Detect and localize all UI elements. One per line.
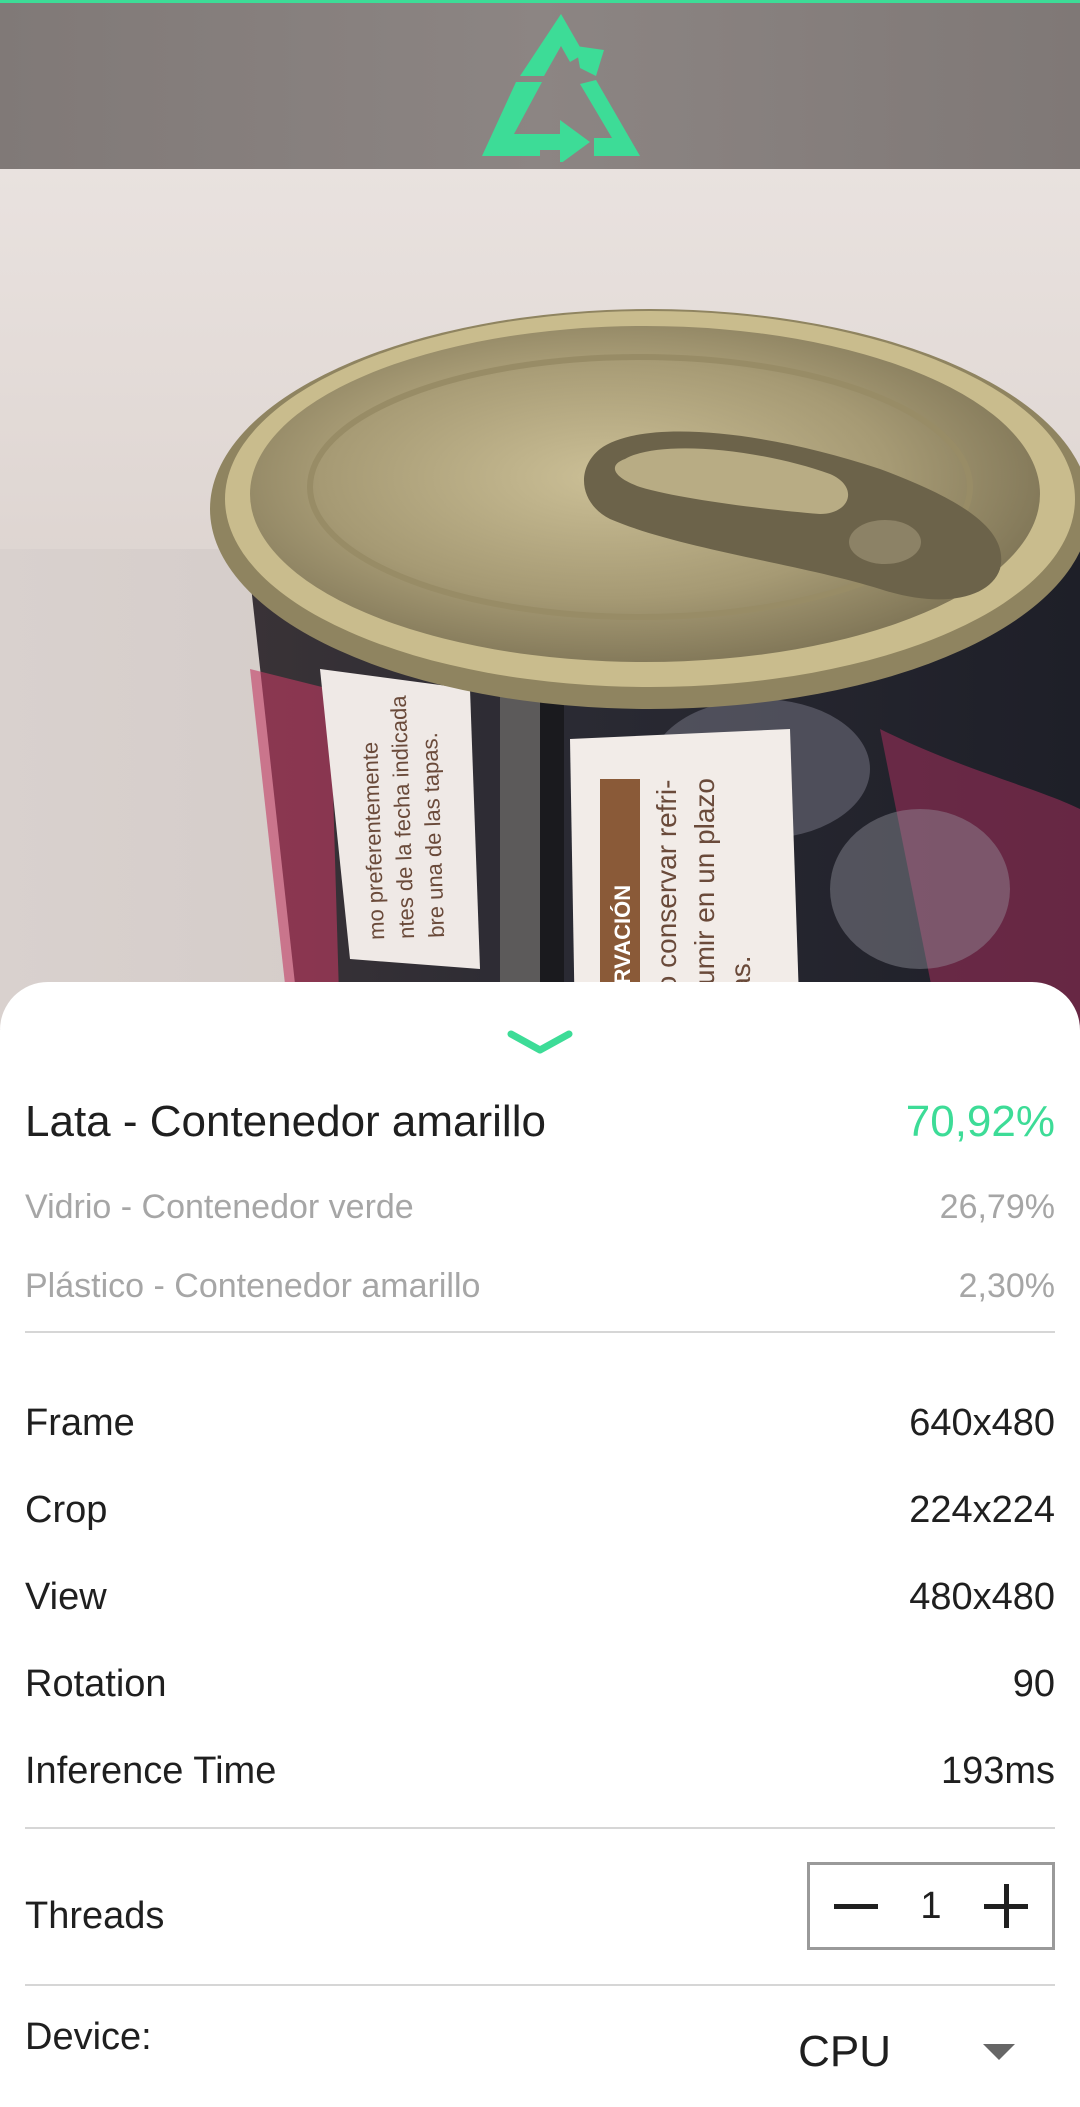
threads-count: 1 bbox=[920, 1884, 942, 1927]
info-row-crop: Crop 224x224 bbox=[25, 1482, 1055, 1538]
device-select[interactable]: CPU bbox=[798, 2027, 1015, 2077]
info-label: View bbox=[25, 1575, 107, 1618]
threads-row: Threads 1 bbox=[25, 1860, 1055, 1952]
result-top: Lata - Contenedor amarillo 70,92% bbox=[25, 1092, 1055, 1152]
bottom-sheet: Lata - Contenedor amarillo 70,92% Vidrio… bbox=[0, 982, 1080, 2107]
app-screen: mo preferentemente ntes de la fecha indi… bbox=[0, 0, 1080, 2107]
info-label: Crop bbox=[25, 1488, 108, 1531]
result-top-value: 70,92% bbox=[905, 1097, 1055, 1146]
device-label: Device: bbox=[25, 2015, 152, 2058]
info-value: 224x224 bbox=[909, 1488, 1055, 1531]
result-top-label: Lata - Contenedor amarillo bbox=[25, 1097, 546, 1146]
device-row: Device: CPU bbox=[25, 2002, 1055, 2082]
divider bbox=[25, 1331, 1055, 1333]
info-value: 480x480 bbox=[909, 1575, 1055, 1618]
threads-stepper: 1 bbox=[807, 1862, 1055, 1950]
toolbar bbox=[0, 0, 1080, 169]
plus-icon[interactable] bbox=[982, 1882, 1030, 1930]
chevron-down-icon[interactable] bbox=[505, 1028, 575, 1058]
info-label: Rotation bbox=[25, 1662, 167, 1705]
minus-icon[interactable] bbox=[832, 1882, 880, 1930]
info-row-frame: Frame 640x480 bbox=[25, 1395, 1055, 1451]
info-row-view: View 480x480 bbox=[25, 1569, 1055, 1625]
info-value: 90 bbox=[1012, 1662, 1055, 1705]
divider bbox=[25, 1827, 1055, 1829]
label-text-2: to conservar refri- bbox=[651, 780, 682, 999]
result-second-value: 26,79% bbox=[939, 1187, 1055, 1226]
result-second-label: Vidrio - Contenedor verde bbox=[25, 1187, 414, 1226]
result-third-label: Plástico - Contenedor amarillo bbox=[25, 1266, 481, 1305]
info-row-rotation: Rotation 90 bbox=[25, 1656, 1055, 1712]
recycle-icon bbox=[482, 14, 640, 162]
result-second: Vidrio - Contenedor verde 26,79% bbox=[25, 1182, 1055, 1232]
info-value: 640x480 bbox=[909, 1401, 1055, 1444]
result-third: Plástico - Contenedor amarillo 2,30% bbox=[25, 1261, 1055, 1311]
accent-line bbox=[0, 0, 1080, 3]
result-third-value: 2,30% bbox=[958, 1266, 1055, 1305]
camera-preview: mo preferentemente ntes de la fecha indi… bbox=[0, 169, 1080, 1029]
info-label: Inference Time bbox=[25, 1749, 277, 1792]
device-selected-value: CPU bbox=[798, 2027, 891, 2076]
threads-label: Threads bbox=[25, 1894, 165, 1937]
divider bbox=[25, 1984, 1055, 1986]
dropdown-caret-icon bbox=[983, 2044, 1015, 2060]
info-row-inference-time: Inference Time 193ms bbox=[25, 1743, 1055, 1799]
info-label: Frame bbox=[25, 1401, 135, 1444]
label-text-3: sumir en un plazo bbox=[689, 778, 720, 999]
info-value: 193ms bbox=[940, 1749, 1055, 1792]
